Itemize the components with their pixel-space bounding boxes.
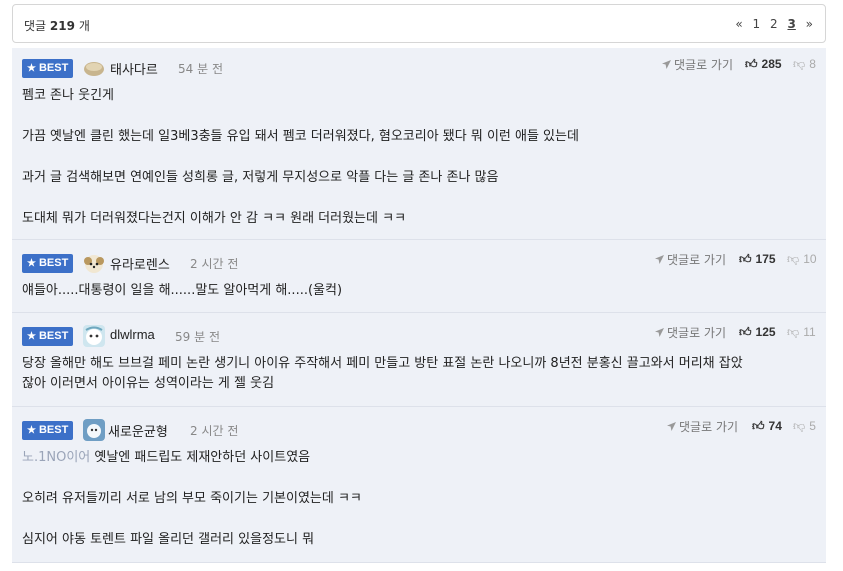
send-arrow-icon (655, 328, 664, 337)
comment-count-unit: 개 (78, 19, 90, 33)
comment-nickname[interactable]: 태사다르 (110, 59, 158, 78)
best-badge-label: BEST (38, 424, 69, 436)
comment-text-line: 과거 글 검색해보면 연예인들 성희롱 글, 저렇게 무지성으로 악플 다는 글… (22, 170, 499, 185)
goto-comment-link[interactable]: 댓글로 가기 (655, 324, 726, 341)
avatar[interactable] (83, 419, 105, 441)
like-button[interactable]: 👍︎ 285 (745, 57, 782, 72)
avatar-image (83, 325, 105, 347)
goto-comment-label: 댓글로 가기 (667, 326, 727, 340)
pager-page-2[interactable]: 2 (770, 17, 778, 31)
best-badge-label: BEST (38, 62, 69, 74)
like-count: 285 (761, 57, 782, 71)
thumbs-up-icon: 👍︎ (739, 325, 752, 339)
best-badge: ★ BEST (22, 59, 74, 78)
avatar-image (84, 255, 104, 273)
comment-body: 얘들아.....대통령이 일을 해......말도 알아먹게 해.....(울컥… (22, 281, 812, 301)
send-arrow-icon (667, 422, 676, 431)
comment-body: 노.1NO이어 옛날엔 패드립도 제재안하던 사이트였음 오히려 유저들끼리 서… (22, 448, 812, 550)
avatar-image (84, 62, 104, 76)
comment-text-line: 심지어 야동 토렌트 파일 올리던 갤러리 있을정도니 뭐 (22, 532, 315, 547)
avatar[interactable] (83, 57, 105, 79)
comment-item: ★ BEST 새로운균형 2 시간 전 댓글로 가기 👍︎ 74 👎︎ 5 노.1NO… (12, 407, 826, 563)
comment-body: 펨코 존나 웃긴게 가끔 옛날엔 클린 했는데 일3베3충들 유입 돼서 펨코 … (22, 86, 812, 229)
avatar[interactable] (83, 252, 105, 274)
comment-text-line: 도대체 뭐가 더러워졌다는건지 이해가 안 감 ㅋㅋ 원래 더러웠는데 ㅋㅋ (22, 211, 407, 226)
pager-page-current[interactable]: 3 (787, 17, 795, 31)
pagination: « 1 2 3 » (729, 17, 813, 31)
best-badge: ★ BEST (22, 327, 74, 346)
dislike-button[interactable]: 👎︎ 5 (793, 419, 816, 434)
like-button[interactable]: 👍︎ 125 (739, 325, 776, 340)
best-badge: ★ BEST (22, 421, 74, 440)
goto-comment-label: 댓글로 가기 (674, 58, 734, 72)
comment-time: 54 분 전 (178, 62, 223, 76)
comment-body: 당장 올해만 해도 브브걸 페미 논란 생기니 아이유 주작해서 페미 만들고 … (22, 354, 812, 394)
star-icon: ★ (27, 258, 36, 269)
comment-count: 댓글 219 개 (24, 17, 90, 34)
avatar[interactable] (83, 325, 105, 347)
goto-comment-link[interactable]: 댓글로 가기 (655, 251, 726, 268)
like-count: 125 (755, 325, 776, 339)
comment-text-line: 노.1NO이어 옛날엔 패드립도 제재안하던 사이트였음 (22, 448, 812, 468)
pager-last-button[interactable]: » (806, 17, 813, 31)
thumbs-down-icon: 👎︎ (793, 57, 806, 71)
dislike-count: 10 (803, 252, 817, 266)
comment-item: ★ BEST 유라로렌스 2 시간 전 댓글로 가기 👍︎ 175 👎︎ 10 얘들아… (12, 240, 826, 313)
best-badge: ★ BEST (22, 254, 74, 273)
thumbs-up-icon: 👍︎ (745, 57, 758, 71)
comment-header-bar: 댓글 219 개 « 1 2 3 » (12, 4, 826, 43)
comment-time: 2 시간 전 (190, 257, 239, 271)
star-icon: ★ (27, 425, 36, 436)
goto-comment-link[interactable]: 댓글로 가기 (667, 418, 738, 435)
goto-comment-label: 댓글로 가기 (667, 253, 727, 267)
send-arrow-icon (662, 60, 671, 69)
like-button[interactable]: 👍︎ 74 (752, 419, 782, 434)
comment-text: 옛날엔 패드립도 제재안하던 사이트였음 (94, 450, 311, 465)
comment-text-line: 얘들아.....대통령이 일을 해......말도 알아먹게 해.....(울컥… (22, 283, 343, 298)
goto-comment-label: 댓글로 가기 (679, 420, 739, 434)
best-badge-label: BEST (38, 257, 69, 269)
pager-page-1[interactable]: 1 (753, 17, 761, 31)
like-button[interactable]: 👍︎ 175 (739, 252, 776, 267)
comment-text-line: 잖아 이러면서 아이유는 성역이라는 게 젤 웃김 (22, 376, 275, 391)
comment-item: ★ BEST 태사다르 54 분 전 댓글로 가기 👍︎ 285 👎︎ 8 펨코 존나… (12, 48, 826, 240)
thumbs-down-icon: 👎︎ (793, 419, 806, 433)
dislike-count: 5 (809, 419, 816, 433)
thumbs-up-icon: 👍︎ (739, 252, 752, 266)
comment-text-line: 가끔 옛날엔 클린 했는데 일3베3충들 유입 돼서 펨코 더러워졌다, 혐오코… (22, 129, 579, 144)
comment-time: 59 분 전 (175, 330, 220, 344)
comment-count-label: 댓글 (24, 19, 47, 33)
comment-time: 2 시간 전 (190, 424, 239, 438)
star-icon: ★ (27, 63, 36, 74)
comment-list: ★ BEST 태사다르 54 분 전 댓글로 가기 👍︎ 285 👎︎ 8 펨코 존나… (12, 48, 826, 563)
thumbs-down-icon: 👎︎ (787, 252, 800, 266)
thumbs-down-icon: 👎︎ (787, 325, 800, 339)
dislike-button[interactable]: 👎︎ 11 (787, 325, 816, 340)
send-arrow-icon (655, 255, 664, 264)
like-count: 74 (768, 419, 782, 433)
dislike-count: 11 (803, 325, 816, 339)
thumbs-up-icon: 👍︎ (752, 419, 765, 433)
comment-nickname[interactable]: dlwlrma (110, 327, 155, 342)
avatar-image (83, 419, 105, 441)
comment-count-value: 219 (49, 19, 75, 33)
dislike-count: 8 (809, 57, 816, 71)
comment-nickname[interactable]: 유라로렌스 (110, 254, 170, 273)
dislike-button[interactable]: 👎︎ 10 (787, 252, 817, 267)
comment-text-line: 오히려 유저들끼리 서로 남의 부모 죽이기는 기본이였는데 ㅋㅋ (22, 491, 362, 506)
comment-text-line: 펨코 존나 웃긴게 (22, 88, 114, 103)
reply-target-nick[interactable]: 노.1NO이어 (22, 450, 90, 465)
star-icon: ★ (27, 331, 36, 342)
comment-item: ★ BEST dlwlrma 59 분 전 댓글로 가기 👍︎ 125 👎︎ 11 당… (12, 313, 826, 407)
pager-first-button[interactable]: « (735, 17, 742, 31)
comment-text-line: 당장 올해만 해도 브브걸 페미 논란 생기니 아이유 주작해서 페미 만들고 … (22, 356, 743, 371)
goto-comment-link[interactable]: 댓글로 가기 (662, 56, 733, 73)
comment-nickname[interactable]: 새로운균형 (108, 421, 168, 440)
dislike-button[interactable]: 👎︎ 8 (793, 57, 816, 72)
like-count: 175 (755, 252, 776, 266)
best-badge-label: BEST (38, 330, 69, 342)
